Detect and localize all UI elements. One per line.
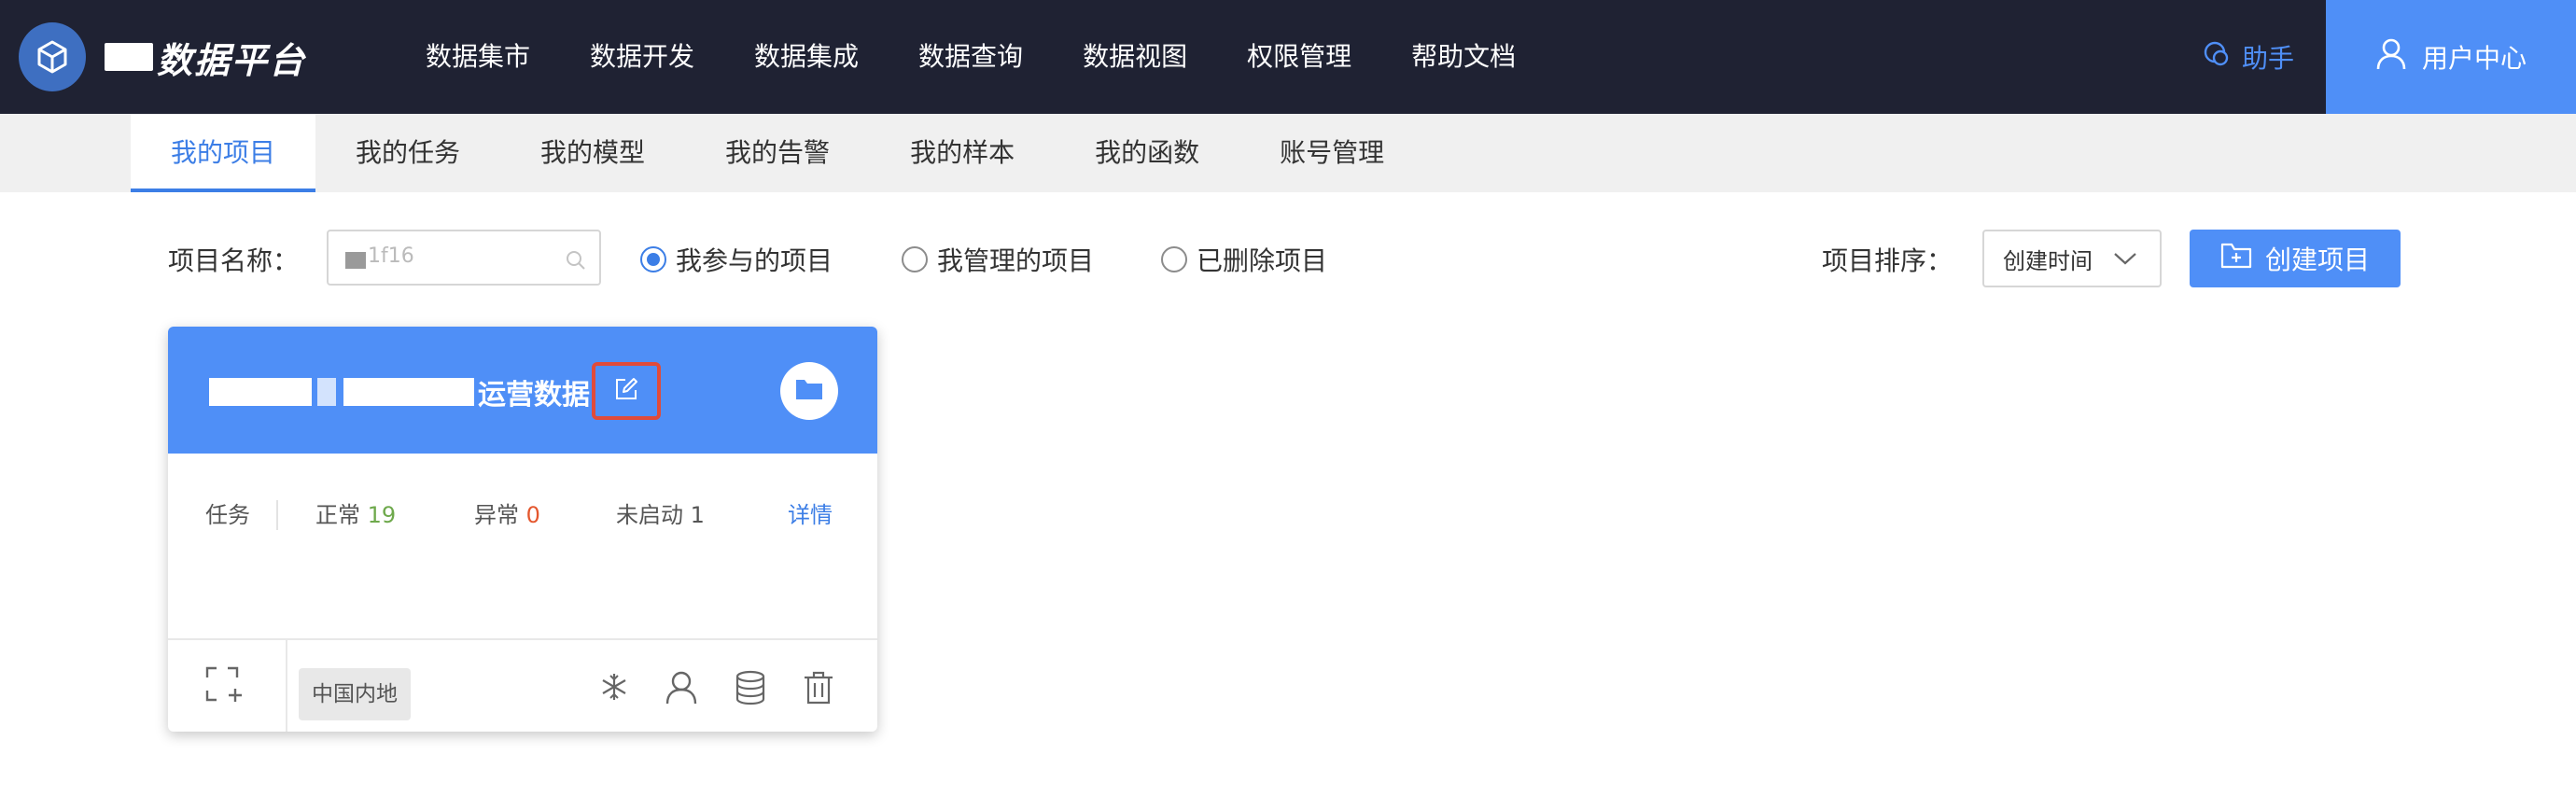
stat-error: 异常 0 <box>474 454 540 577</box>
sub-navbar: 我的项目 我的任务 我的模型 我的告警 我的样本 我的函数 账号管理 <box>0 114 2576 192</box>
nav-item-permission[interactable]: 权限管理 <box>1247 0 1351 114</box>
nav-item-data-query[interactable]: 数据查询 <box>918 0 1023 114</box>
title-redacted-block <box>209 378 312 406</box>
tab-account-management[interactable]: 账号管理 <box>1239 114 1424 192</box>
brand-text: 数据平台 <box>157 39 307 81</box>
title-redacted-block <box>343 378 474 406</box>
radio-circle-checked[interactable] <box>640 246 666 272</box>
sort-select[interactable]: 创建时间 <box>1982 230 2162 287</box>
brand-redacted-block <box>105 43 153 71</box>
not-started-count: 1 <box>690 502 705 528</box>
top-navbar: 数据平台 数据集市 数据开发 数据集成 数据查询 数据视图 权限管理 帮助文档 … <box>0 0 2576 114</box>
nav-item-data-dev[interactable]: 数据开发 <box>590 0 694 114</box>
tab-my-samples[interactable]: 我的样本 <box>870 114 1055 192</box>
trash-icon[interactable] <box>803 670 834 709</box>
assistant-button[interactable]: 助手 <box>2203 0 2294 114</box>
chevron-down-icon <box>2113 245 2137 272</box>
tab-my-projects[interactable]: 我的项目 <box>131 114 316 192</box>
user-icon[interactable] <box>665 670 698 709</box>
create-project-label: 创建项目 <box>2264 244 2370 275</box>
edit-project-name-button[interactable] <box>592 362 661 420</box>
title-redacted-block <box>317 378 336 406</box>
radio-deleted-projects[interactable]: 已删除项目 <box>1161 241 1327 278</box>
normal-count: 19 <box>367 502 397 528</box>
folder-plus-icon <box>2220 242 2252 276</box>
brand-title[interactable]: 数据平台 <box>105 34 307 81</box>
stat-normal: 正常 19 <box>315 454 396 577</box>
project-card-header: 运营数据 <box>168 327 877 454</box>
divider <box>286 640 287 732</box>
search-redacted-block <box>345 252 366 269</box>
sort-label: 项目排序： <box>1822 245 1953 276</box>
user-icon <box>2375 37 2407 77</box>
tab-my-alerts[interactable]: 我的告警 <box>685 114 870 192</box>
user-center-button[interactable]: 用户中心 <box>2326 0 2576 114</box>
project-card[interactable]: 运营数据 任务 正常 19 异常 0 未启动 1 详情 中国内地 <box>168 327 877 732</box>
chat-bubble-icon <box>2203 40 2231 75</box>
region-tag: 中国内地 <box>299 668 411 720</box>
tab-my-functions[interactable]: 我的函数 <box>1055 114 1239 192</box>
project-title-text: 运营数据 <box>478 379 590 412</box>
assistant-label: 助手 <box>2242 43 2295 74</box>
radio-circle[interactable] <box>902 246 928 272</box>
detail-link[interactable]: 详情 <box>788 454 833 577</box>
nav-item-help-docs[interactable]: 帮助文档 <box>1411 0 1516 114</box>
open-folder-button[interactable] <box>780 362 838 420</box>
scan-add-icon[interactable] <box>205 666 246 707</box>
nav-item-data-market[interactable]: 数据集市 <box>426 0 530 114</box>
main-nav: 数据集市 数据开发 数据集成 数据查询 数据视图 权限管理 帮助文档 <box>426 0 1575 114</box>
snowflake-icon[interactable] <box>597 670 631 707</box>
database-icon[interactable] <box>734 670 767 709</box>
nav-item-data-view[interactable]: 数据视图 <box>1083 0 1187 114</box>
search-value: 1f16 <box>368 244 414 268</box>
radio-managed-projects[interactable]: 我管理的项目 <box>902 241 1094 278</box>
radio-label: 我参与的项目 <box>676 245 833 276</box>
nav-item-data-integration[interactable]: 数据集成 <box>754 0 859 114</box>
project-title[interactable]: 运营数据 <box>209 371 590 412</box>
user-center-label: 用户中心 <box>2421 43 2527 74</box>
divider <box>276 500 278 530</box>
cube-logo-icon[interactable] <box>19 22 86 91</box>
radio-circle[interactable] <box>1161 246 1187 272</box>
search-icon[interactable] <box>566 250 586 274</box>
tab-my-models[interactable]: 我的模型 <box>500 114 685 192</box>
create-project-button[interactable]: 创建项目 <box>2190 230 2401 287</box>
stat-not-started: 未启动 1 <box>616 454 705 577</box>
project-search-input[interactable]: 1f16 <box>327 230 601 286</box>
tab-my-tasks[interactable]: 我的任务 <box>315 114 500 192</box>
not-started-label: 未启动 <box>616 502 683 528</box>
error-count: 0 <box>525 502 540 528</box>
task-stats: 任务 正常 19 异常 0 未启动 1 详情 <box>168 454 877 577</box>
radio-label: 已删除项目 <box>1197 245 1328 276</box>
radio-participating-projects[interactable]: 我参与的项目 <box>640 241 833 278</box>
project-name-label: 项目名称： <box>168 245 300 276</box>
sort-value: 创建时间 <box>2003 247 2093 274</box>
task-label: 任务 <box>205 502 250 528</box>
error-label: 异常 <box>474 502 519 528</box>
folder-icon <box>794 376 824 406</box>
radio-label: 我管理的项目 <box>937 245 1095 276</box>
normal-label: 正常 <box>315 502 360 528</box>
project-card-footer: 中国内地 <box>168 638 877 732</box>
edit-icon <box>614 377 638 405</box>
